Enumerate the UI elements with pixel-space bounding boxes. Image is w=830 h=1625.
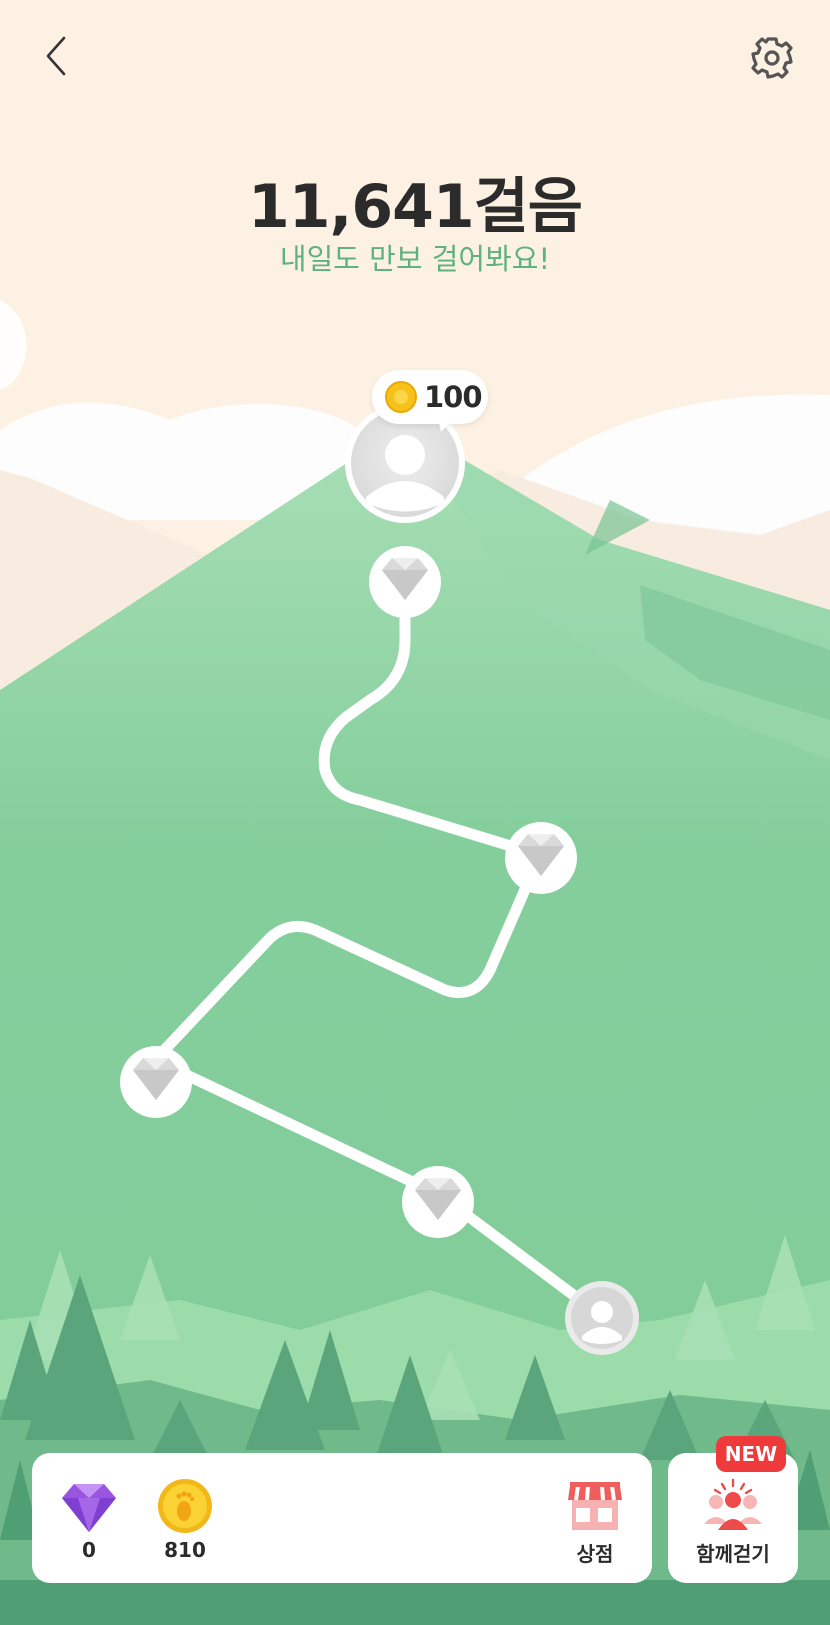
new-badge: NEW [716, 1436, 786, 1472]
gem-count: 0 [82, 1538, 96, 1562]
coin-icon [385, 381, 417, 413]
gem-node-3 [120, 1046, 192, 1118]
store-icon [568, 1482, 622, 1530]
footprint-coin-icon [158, 1479, 212, 1533]
walk-together-label: 함께걷기 [696, 1542, 770, 1566]
settings-button[interactable] [744, 30, 800, 86]
purple-diamond-icon [62, 1484, 116, 1532]
step-count: 11,641걸음 [248, 172, 583, 242]
back-button[interactable] [36, 30, 80, 82]
start-avatar [565, 1281, 639, 1355]
chevron-left-icon [46, 36, 66, 76]
cloud-left [0, 300, 27, 390]
gem-node-4 [402, 1166, 474, 1238]
coin-count: 810 [164, 1538, 206, 1562]
gear-icon [751, 37, 793, 79]
people-icon [704, 1478, 762, 1530]
gem-node-2 [505, 822, 577, 894]
encouragement-text: 내일도 만보 걸어봐요! [279, 242, 551, 276]
reward-value: 100 [424, 380, 483, 414]
walk-map-screen: 11,641걸음 내일도 만보 걸어봐요! 100 0 810 상점 함께걷기 … [0, 0, 830, 1625]
shop-label: 상점 [576, 1542, 614, 1566]
gem-node-1 [369, 546, 441, 618]
